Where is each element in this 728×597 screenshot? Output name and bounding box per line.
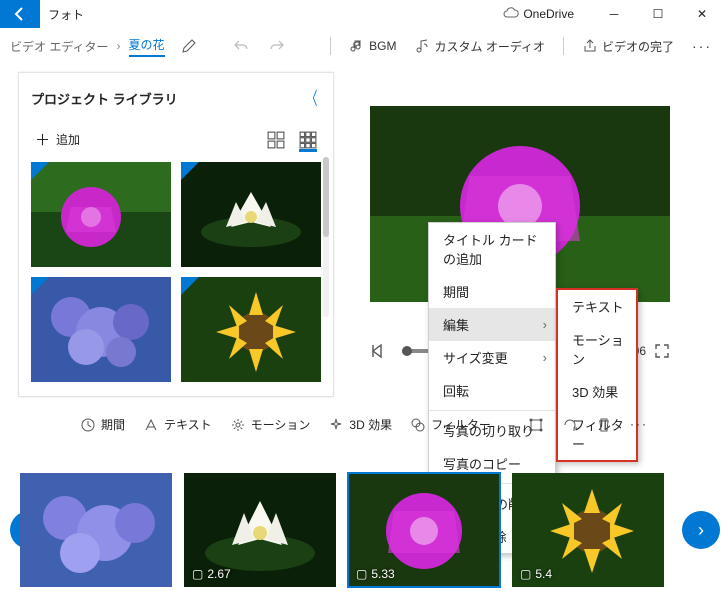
filter-icon — [410, 417, 426, 433]
storyboard-clip[interactable] — [20, 473, 172, 587]
clip-duration-label: 5.4 — [535, 567, 552, 581]
cloud-label[interactable]: OneDrive — [523, 7, 574, 21]
flower-lotus-image — [181, 162, 321, 267]
motion-tool-button[interactable]: モーション — [230, 416, 311, 433]
clock-icon — [80, 417, 96, 433]
window-close-button[interactable]: ✕ — [680, 0, 724, 28]
library-scrollbar[interactable] — [323, 157, 329, 317]
used-badge-icon — [181, 162, 199, 180]
3d-effects-tool-button[interactable]: 3D 効果 — [328, 416, 392, 433]
fullscreen-icon[interactable] — [654, 343, 670, 359]
filters-tool-button[interactable]: フィルター — [410, 416, 491, 433]
clip-toolbar: 期間 テキスト モーション 3D 効果 フィルター ··· — [80, 416, 491, 433]
delete-icon[interactable] — [596, 417, 612, 433]
used-badge-icon — [181, 277, 199, 295]
storyboard-clip[interactable]: ▢ 2.67 — [184, 473, 336, 587]
breadcrumb-root[interactable]: ビデオ エディター — [10, 38, 109, 55]
export-icon — [582, 38, 598, 54]
storyboard-clip[interactable]: ▢ 5.33 — [348, 473, 500, 587]
storyboard-next-button[interactable]: › — [682, 511, 720, 549]
flower-hydrangea-image — [31, 277, 171, 382]
more-button[interactable]: ··· — [686, 34, 718, 58]
image-icon: ▢ — [356, 567, 367, 581]
text-icon — [143, 417, 159, 433]
clip-duration-label: 5.33 — [371, 567, 394, 581]
window-maximize-button[interactable]: ☐ — [636, 0, 680, 28]
library-thumbnail[interactable] — [181, 162, 321, 267]
context-submenu-item[interactable]: 3D 効果 — [558, 375, 636, 408]
flower-morning-glory-image — [31, 162, 171, 267]
overflow-button[interactable]: ··· — [630, 417, 648, 433]
music-icon — [349, 38, 365, 54]
titlebar: フォト OneDrive ─ ☐ ✕ — [0, 0, 728, 28]
image-icon: ▢ — [192, 567, 203, 581]
redo-icon[interactable] — [269, 38, 285, 54]
library-panel: プロジェクト ライブラリ 〈 ＋ 追加 — [18, 72, 334, 397]
app-title: フォト — [48, 6, 84, 23]
context-menu-item[interactable]: 編集 — [429, 308, 555, 341]
rotate-icon[interactable] — [562, 417, 578, 433]
image-icon: ▢ — [520, 567, 531, 581]
grid-small-view-button[interactable] — [299, 131, 317, 149]
cloud-icon — [503, 6, 519, 22]
crop-icon[interactable] — [528, 417, 544, 433]
sparkle-icon — [328, 417, 344, 433]
context-submenu-item[interactable]: モーション — [558, 323, 636, 375]
clip-duration-label: 2.67 — [207, 567, 230, 581]
storyboard: ▢ 2.67 ▢ 5.33 ▢ 5.4 — [20, 473, 708, 587]
breadcrumb-project[interactable]: 夏の花 — [129, 36, 165, 57]
breadcrumb: ビデオ エディター › 夏の花 — [10, 36, 197, 57]
text-tool-button[interactable]: テキスト — [143, 416, 212, 433]
used-badge-icon — [31, 162, 49, 180]
plus-icon: ＋ — [35, 129, 50, 150]
context-submenu-item[interactable]: テキスト — [558, 290, 636, 323]
finish-video-button[interactable]: ビデオの完了 — [576, 34, 680, 59]
step-back-icon[interactable] — [370, 343, 386, 359]
library-thumbnail[interactable] — [181, 277, 321, 382]
menu-separator — [429, 410, 555, 411]
window-minimize-button[interactable]: ─ — [592, 0, 636, 28]
library-thumbnail[interactable] — [31, 162, 171, 267]
context-submenu: テキストモーション3D 効果フィルター — [556, 288, 638, 462]
context-menu-item[interactable]: 回転 — [429, 374, 555, 407]
bgm-button[interactable]: BGM — [343, 34, 402, 58]
motion-icon — [230, 417, 246, 433]
custom-audio-button[interactable]: カスタム オーディオ — [408, 34, 551, 59]
collapse-panel-button[interactable]: 〈 — [307, 85, 318, 111]
audio-icon — [414, 38, 430, 54]
duration-tool-button[interactable]: 期間 — [80, 416, 125, 433]
grid-large-view-button[interactable] — [267, 131, 285, 149]
context-menu-item[interactable]: 期間 — [429, 275, 555, 308]
edit-icon[interactable] — [181, 38, 197, 54]
storyboard-clip[interactable]: ▢ 5.4 — [512, 473, 664, 587]
context-menu-item[interactable]: サイズ変更 — [429, 341, 555, 374]
back-button[interactable] — [0, 0, 40, 28]
undo-icon[interactable] — [233, 38, 249, 54]
context-menu-item[interactable]: タイトル カードの追加 — [429, 223, 555, 275]
add-media-button[interactable]: ＋ 追加 — [35, 129, 80, 150]
chevron-right-icon: › — [117, 39, 121, 53]
toolbar: ビデオ エディター › 夏の花 BGM カスタム オーディオ ビデオの完了 ··… — [0, 28, 728, 64]
library-title: プロジェクト ライブラリ — [31, 89, 178, 108]
library-thumbnail[interactable] — [31, 277, 171, 382]
flower-sunflower-image — [181, 277, 321, 382]
used-badge-icon — [31, 277, 49, 295]
